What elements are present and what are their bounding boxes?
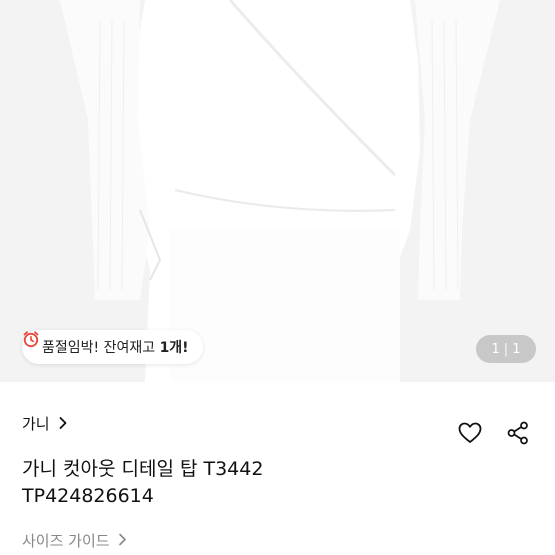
product-title-line1: 가니 컷아웃 디테일 탑 T3442 xyxy=(22,458,264,480)
product-code: TP424826614 xyxy=(22,485,154,507)
size-guide-link[interactable]: 사이즈 가이드 xyxy=(22,530,127,551)
product-actions xyxy=(457,420,531,446)
pager-separator: | xyxy=(503,341,509,357)
chevron-right-icon xyxy=(118,532,127,550)
pager-current: 1 xyxy=(491,341,500,357)
heart-icon[interactable] xyxy=(457,420,483,446)
white-top-illustration xyxy=(0,0,555,382)
image-pager: 1 | 1 xyxy=(476,335,536,363)
size-guide-label: 사이즈 가이드 xyxy=(22,532,110,550)
stock-alert-text: 품절임박! 잔여재고 1개! xyxy=(42,340,189,356)
chevron-right-icon xyxy=(58,416,68,430)
brand-name: 가니 xyxy=(22,414,50,433)
brand-link[interactable]: 가니 xyxy=(22,411,68,435)
product-title: 가니 컷아웃 디테일 탑 T3442 TP424826614 xyxy=(22,456,522,510)
stock-alert-badge: 품절임박! 잔여재고 1개! xyxy=(22,330,203,364)
share-icon[interactable] xyxy=(505,420,531,446)
stock-count: 1개! xyxy=(159,340,189,356)
pager-total: 1 xyxy=(512,341,521,357)
product-image[interactable]: 품절임박! 잔여재고 1개! 1 | 1 xyxy=(0,0,555,382)
